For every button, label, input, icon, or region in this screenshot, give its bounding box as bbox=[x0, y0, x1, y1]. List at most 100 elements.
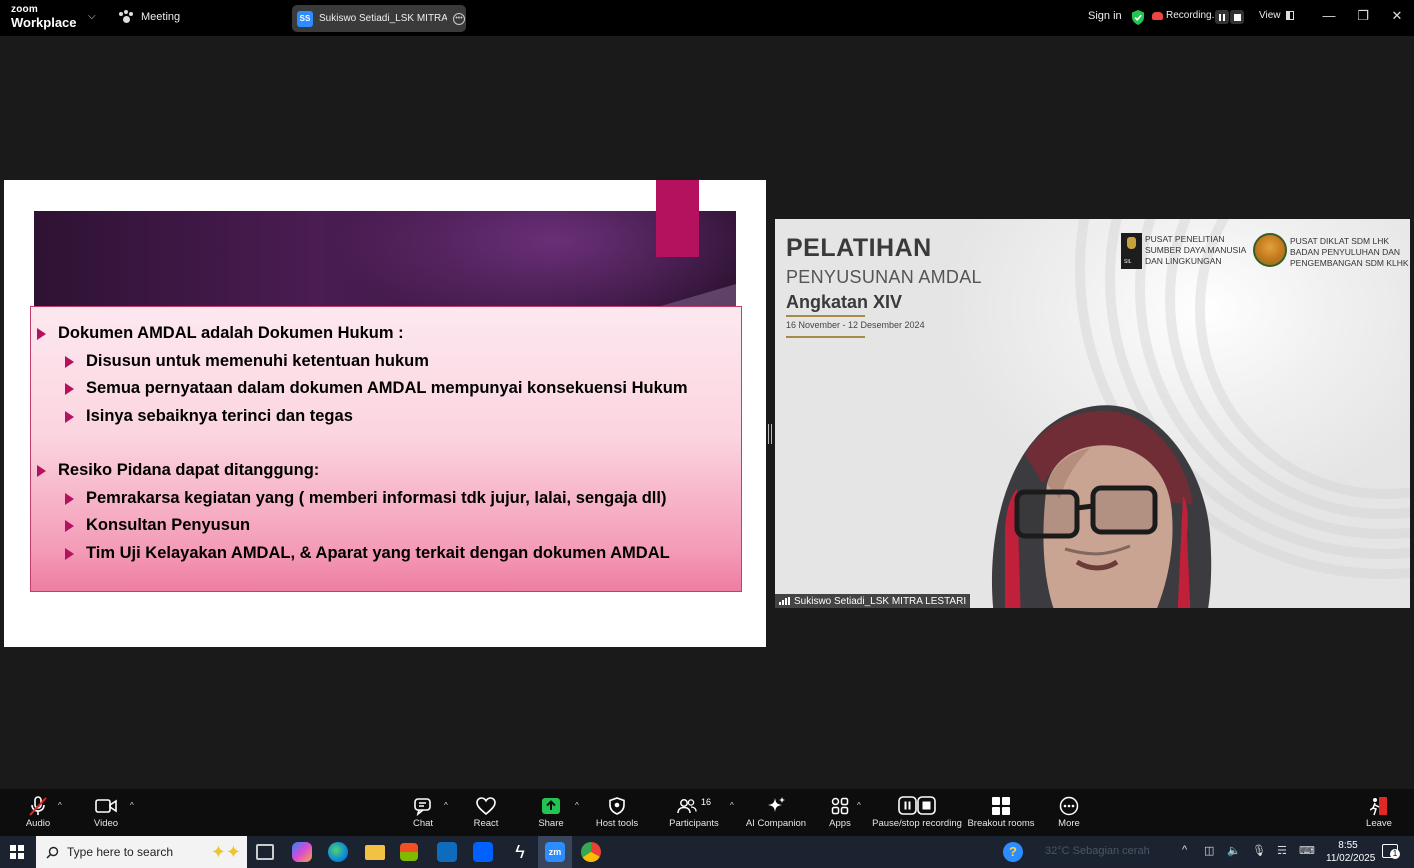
signal-icon bbox=[779, 597, 790, 605]
bolt-app-icon[interactable]: ϟ bbox=[510, 842, 530, 862]
cloud-record-icon bbox=[1152, 11, 1163, 20]
dropbox-icon[interactable] bbox=[473, 842, 493, 862]
split-view-handle[interactable] bbox=[768, 424, 772, 444]
chevron-down-icon[interactable]: ⌵ bbox=[88, 11, 96, 22]
bullet-arrow-icon bbox=[65, 355, 74, 368]
apps-options-caret-icon[interactable]: ^ bbox=[857, 801, 861, 810]
microphone-icon[interactable]: 🎙 bbox=[1252, 844, 1266, 857]
leave-label: Leave bbox=[1366, 818, 1392, 829]
zoom-app-icon[interactable]: zm bbox=[545, 842, 565, 862]
divider bbox=[786, 315, 865, 317]
video-label: Video bbox=[93, 818, 119, 829]
more-label: More bbox=[1058, 818, 1080, 829]
more-options-icon[interactable]: ••• bbox=[453, 12, 465, 25]
apps-icon bbox=[831, 795, 849, 817]
view-label: View bbox=[1259, 10, 1281, 21]
wifi-icon[interactable]: ☴ bbox=[1277, 844, 1287, 857]
slide-accent-tab bbox=[656, 180, 699, 257]
react-button[interactable]: React bbox=[450, 795, 522, 829]
pause-stop-recording-button[interactable]: Pause/stop recording bbox=[872, 795, 962, 829]
help-icon[interactable]: ? bbox=[1003, 842, 1023, 862]
file-explorer-icon[interactable] bbox=[365, 845, 385, 860]
bullet-text: Dokumen AMDAL adalah Dokumen Hukum : bbox=[58, 324, 404, 342]
recording-indicator[interactable]: Recording... bbox=[1152, 10, 1220, 21]
brand-zoom: zoom bbox=[11, 4, 38, 15]
view-button[interactable]: View bbox=[1259, 10, 1294, 21]
p3sdm-logo: SIL bbox=[1121, 233, 1142, 269]
windows-start-icon[interactable] bbox=[10, 845, 24, 859]
slide-banner bbox=[34, 211, 736, 306]
bullet-arrow-icon bbox=[37, 327, 46, 340]
bullet-text: Tim Uji Kelayakan AMDAL, & Aparat yang t… bbox=[86, 544, 670, 562]
camera-icon bbox=[95, 795, 117, 817]
host-tools-button[interactable]: Host tools bbox=[581, 795, 653, 829]
bullet-text: Pemrakarsa kegiatan yang ( memberi infor… bbox=[86, 489, 667, 507]
sign-in-button[interactable]: Sign in bbox=[1088, 10, 1122, 22]
meeting-tab[interactable]: SS Sukiswo Setiadi_LSK MITRA LESTA ••• bbox=[292, 5, 466, 32]
notification-button[interactable]: 1 bbox=[1382, 844, 1400, 859]
bullet-arrow-icon bbox=[65, 547, 74, 560]
slide-sub-bullet: Semua pernyataan dalam dokumen AMDAL mem… bbox=[65, 379, 688, 398]
participant-video-feed bbox=[991, 405, 1212, 608]
participants-button[interactable]: 16 Participants bbox=[658, 795, 730, 829]
ai-companion-button[interactable]: AI Companion bbox=[740, 795, 812, 829]
brand-workplace: Workplace bbox=[11, 15, 77, 30]
zoom-workplace-logo[interactable]: zoom Workplace bbox=[11, 4, 77, 30]
breakout-rooms-button[interactable]: Breakout rooms bbox=[961, 795, 1041, 829]
paw-icon bbox=[119, 10, 133, 24]
video-options-caret-icon[interactable]: ^ bbox=[130, 801, 134, 810]
close-icon[interactable]: ✕ bbox=[1389, 8, 1405, 24]
stop-recording-button[interactable] bbox=[1230, 10, 1244, 24]
security-shield-icon[interactable] bbox=[1131, 10, 1145, 25]
bullet-arrow-icon bbox=[65, 382, 74, 395]
weather-widget[interactable]: 32°C Sebagian cerah bbox=[1045, 845, 1150, 857]
klhk-logo-text: PUSAT DIKLAT SDM LHK BADAN PENYULUHAN DA… bbox=[1290, 236, 1409, 268]
participant-video-tile[interactable]: PELATIHAN PENYUSUNAN AMDAL Angkatan XIV … bbox=[775, 219, 1410, 608]
task-view-icon[interactable] bbox=[256, 844, 274, 860]
more-button[interactable]: More bbox=[1033, 795, 1105, 829]
chevron-up-icon[interactable]: ^ bbox=[1182, 844, 1187, 856]
meet-now-icon[interactable]: ◫ bbox=[1204, 844, 1214, 857]
bullet-text: Semua pernyataan dalam dokumen AMDAL mem… bbox=[86, 379, 688, 397]
chat-options-caret-icon[interactable]: ^ bbox=[444, 801, 448, 810]
taskbar-search-box[interactable]: Type here to search ✦✦ bbox=[36, 836, 247, 868]
bullet-text: Konsultan Penyusun bbox=[86, 516, 251, 534]
participant-name: Sukiswo Setiadi_LSK MITRA LESTARI bbox=[794, 595, 967, 607]
edge-browser-icon[interactable] bbox=[328, 842, 348, 862]
tab-title: Sukiswo Setiadi_LSK MITRA LESTA bbox=[319, 13, 447, 24]
share-label: Share bbox=[538, 818, 564, 829]
leave-button[interactable]: Leave bbox=[1343, 795, 1414, 829]
chat-button[interactable]: Chat bbox=[387, 795, 459, 829]
taskbar-clock[interactable]: 8:55 11/02/2025 bbox=[1326, 839, 1375, 865]
klhk-logo bbox=[1253, 233, 1287, 267]
banner-title: PELATIHAN bbox=[786, 234, 932, 262]
react-label: React bbox=[473, 818, 499, 829]
keyboard-icon[interactable]: ⌨ bbox=[1299, 844, 1315, 857]
apps-button[interactable]: Apps bbox=[804, 795, 876, 829]
share-options-caret-icon[interactable]: ^ bbox=[575, 801, 579, 810]
microphone-muted-icon bbox=[27, 795, 49, 817]
chat-label: Chat bbox=[412, 818, 434, 829]
bullet-arrow-icon bbox=[65, 492, 74, 505]
audio-options-caret-icon[interactable]: ^ bbox=[58, 801, 62, 810]
bullet-arrow-icon bbox=[65, 410, 74, 423]
slide-bullet: Resiko Pidana dapat ditanggung: bbox=[37, 461, 319, 480]
restore-icon[interactable]: ❐ bbox=[1355, 8, 1371, 24]
breakout-rooms-icon bbox=[991, 795, 1011, 817]
slide-sub-bullet: Disusun untuk memenuhi ketentuan hukum bbox=[65, 352, 429, 371]
outlook-icon[interactable] bbox=[437, 842, 457, 862]
meeting-label: Meeting bbox=[141, 11, 181, 23]
minimize-icon[interactable]: — bbox=[1321, 8, 1337, 24]
speaker-icon[interactable]: 🔈 bbox=[1227, 844, 1241, 857]
participants-options-caret-icon[interactable]: ^ bbox=[730, 801, 734, 810]
participants-icon: 16 bbox=[677, 795, 711, 817]
pause-recording-button[interactable] bbox=[1215, 10, 1229, 24]
apps-label: Apps bbox=[829, 818, 851, 829]
meeting-toolbar: Audio ^ Video ^ Chat ^ React Share ^ Hos… bbox=[0, 789, 1414, 836]
meeting-button[interactable]: Meeting bbox=[119, 10, 180, 24]
copilot-icon[interactable] bbox=[292, 842, 312, 862]
microsoft-store-icon[interactable] bbox=[400, 843, 418, 861]
recording-label: Recording... bbox=[1166, 10, 1220, 21]
search-icon bbox=[46, 846, 59, 859]
audio-button[interactable]: Audio bbox=[2, 795, 74, 829]
